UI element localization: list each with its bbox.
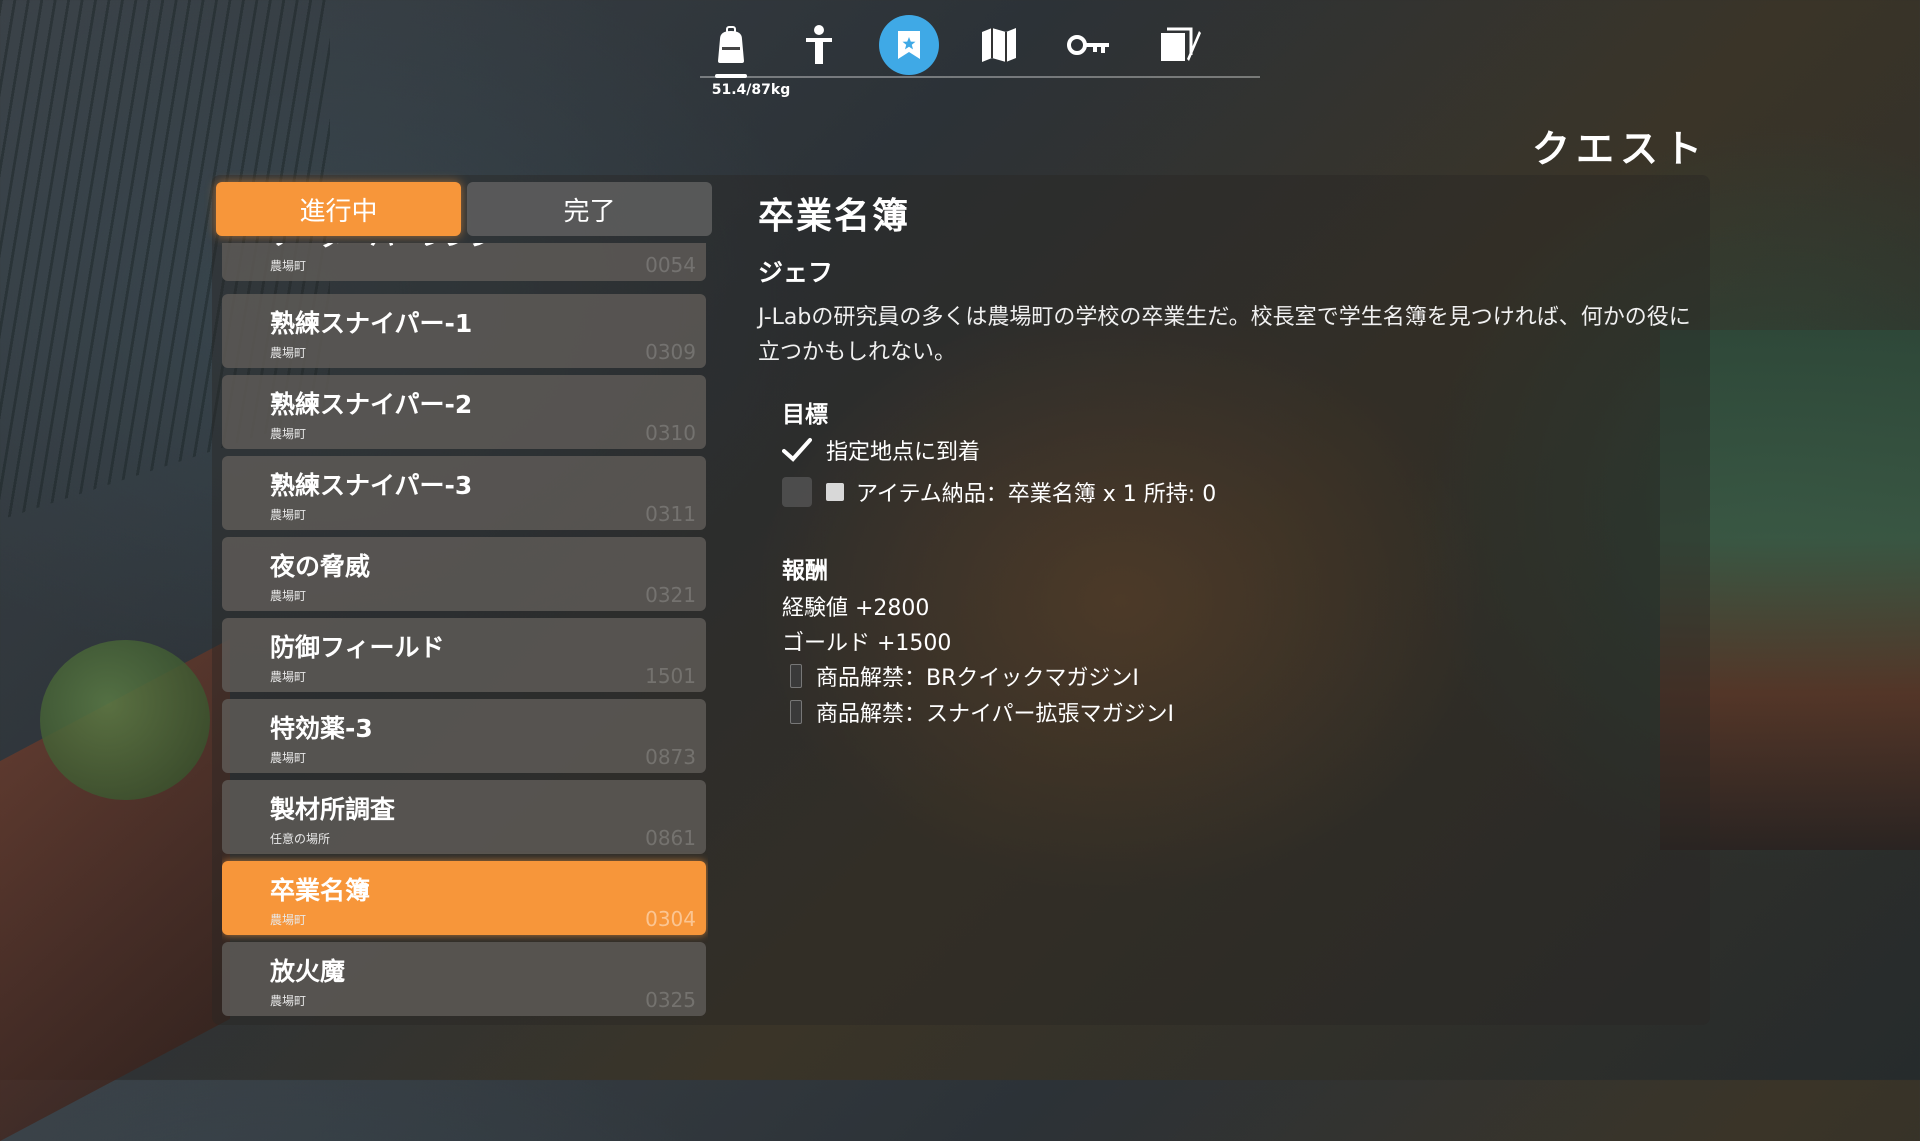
quest-list-item[interactable]: 熟練スナイパー-2 農場町 0310 bbox=[222, 375, 706, 449]
quest-list-item[interactable]: ソーダーパーレンシ 農場町 0054 bbox=[222, 243, 706, 281]
quest-location: 農場町 bbox=[270, 259, 307, 273]
bush-decoration bbox=[40, 640, 210, 800]
quest-name: 卒業名簿 bbox=[270, 876, 371, 905]
notes-icon[interactable] bbox=[1148, 14, 1210, 76]
quest-name: 夜の脅威 bbox=[270, 552, 371, 581]
quest-location: 農場町 bbox=[270, 670, 307, 684]
quest-code: 0304 bbox=[645, 907, 696, 931]
backpack-icon[interactable] bbox=[700, 14, 762, 76]
quest-code: 0873 bbox=[645, 745, 696, 769]
quest-name: 熟練スナイパー-3 bbox=[270, 471, 473, 500]
quest-code: 0054 bbox=[645, 253, 696, 277]
reward-exp: 経験値 +2800 bbox=[782, 596, 930, 621]
item-icon bbox=[826, 483, 844, 501]
quest-location: 農場町 bbox=[270, 994, 307, 1008]
tab-in-progress[interactable]: 進行中 bbox=[216, 182, 461, 236]
quest-location: 農場町 bbox=[270, 346, 307, 360]
quest-name: 製材所調査 bbox=[270, 795, 396, 824]
quest-list-item[interactable]: 特効薬-3 農場町 0873 bbox=[222, 699, 706, 773]
quest-list-item[interactable]: 防御フィールド 農場町 1501 bbox=[222, 618, 706, 692]
quest-list-item[interactable]: 放火魔 農場町 0325 bbox=[222, 942, 706, 1016]
quest-detail-title: 卒業名簿 bbox=[758, 196, 911, 237]
quest-list-item[interactable]: 製材所調査 任意の場所 0861 bbox=[222, 780, 706, 854]
quest-name: 熟練スナイパー-2 bbox=[270, 390, 473, 419]
quest-location: 農場町 bbox=[270, 427, 307, 441]
magazine-icon bbox=[790, 664, 802, 688]
character-icon[interactable] bbox=[788, 14, 850, 76]
quest-code: 0309 bbox=[645, 340, 696, 364]
quest-name: 熟練スナイパー-1 bbox=[270, 309, 473, 338]
quest-list-item[interactable]: 熟練スナイパー-1 農場町 0309 bbox=[222, 294, 706, 368]
carry-weight: 51.4/87kg bbox=[711, 82, 791, 98]
top-navigation: 51.4/87kg bbox=[690, 14, 1260, 104]
tab-completed[interactable]: 完了 bbox=[467, 182, 712, 236]
nav-divider bbox=[700, 76, 1260, 78]
quest-location: 農場町 bbox=[270, 508, 307, 522]
unchecked-box-icon bbox=[782, 477, 812, 507]
quest-giver: ジェフ bbox=[758, 258, 834, 287]
checkmark-icon bbox=[782, 435, 812, 465]
quest-location: 農場町 bbox=[270, 913, 307, 927]
quest-location: 農場町 bbox=[270, 589, 307, 603]
reward-unlock: 商品解禁：BRクイックマガジンI bbox=[790, 660, 1139, 692]
objective-text: アイテム納品：卒業名簿 x 1 所持: 0 bbox=[856, 482, 1217, 507]
quest-name: 放火魔 bbox=[270, 957, 346, 986]
objectives-heading: 目標 bbox=[782, 402, 828, 428]
quest-code: 0311 bbox=[645, 502, 696, 526]
unlock-text: 商品解禁：スナイパー拡張マガジンI bbox=[816, 702, 1175, 727]
quest-code: 1501 bbox=[645, 664, 696, 688]
quest-code: 0325 bbox=[645, 988, 696, 1012]
quest-tabs: 進行中 完了 bbox=[216, 182, 712, 236]
quest-list[interactable]: ソーダーパーレンシ 農場町 0054 熟練スナイパー-1 農場町 0309 熟練… bbox=[222, 243, 708, 1018]
quest-list-item[interactable]: 熟練スナイパー-3 農場町 0311 bbox=[222, 456, 706, 530]
reward-unlock: 商品解禁：スナイパー拡張マガジンI bbox=[790, 696, 1174, 728]
quest-name: ソーダーパーレンシ bbox=[270, 243, 495, 253]
screen-title: クエスト bbox=[1531, 127, 1708, 171]
objective-item: 指定地点に到着 bbox=[782, 433, 980, 467]
quest-location: 任意の場所 bbox=[270, 832, 331, 846]
quest-code: 0861 bbox=[645, 826, 696, 850]
unlock-text: 商品解禁：BRクイックマガジンI bbox=[816, 666, 1139, 691]
objective-text: 指定地点に到着 bbox=[826, 440, 981, 465]
quest-location: 農場町 bbox=[270, 751, 307, 765]
quest-code: 0310 bbox=[645, 421, 696, 445]
magazine-icon bbox=[790, 700, 802, 724]
quest-name: 特効薬-3 bbox=[270, 714, 373, 743]
quest-name: 防御フィールド bbox=[270, 633, 445, 662]
quest-code: 0321 bbox=[645, 583, 696, 607]
quest-description: J-Labの研究員の多くは農場町の学校の卒業生だ。校長室で学生名簿を見つければ、… bbox=[758, 305, 1691, 365]
rewards-heading: 報酬 bbox=[782, 558, 828, 584]
quest-icon[interactable] bbox=[878, 14, 940, 76]
quest-list-item-selected[interactable]: 卒業名簿 農場町 0304 bbox=[222, 861, 706, 935]
quest-tab-active bbox=[879, 15, 939, 75]
objective-item: アイテム納品：卒業名簿 x 1 所持: 0 bbox=[782, 475, 1216, 509]
map-icon[interactable] bbox=[968, 14, 1030, 76]
reward-gold: ゴールド +1500 bbox=[782, 631, 952, 656]
backpack-tab-indicator bbox=[715, 74, 747, 78]
key-icon[interactable] bbox=[1058, 14, 1120, 76]
wall-decoration bbox=[0, 638, 230, 1141]
quest-list-item[interactable]: 夜の脅威 農場町 0321 bbox=[222, 537, 706, 611]
